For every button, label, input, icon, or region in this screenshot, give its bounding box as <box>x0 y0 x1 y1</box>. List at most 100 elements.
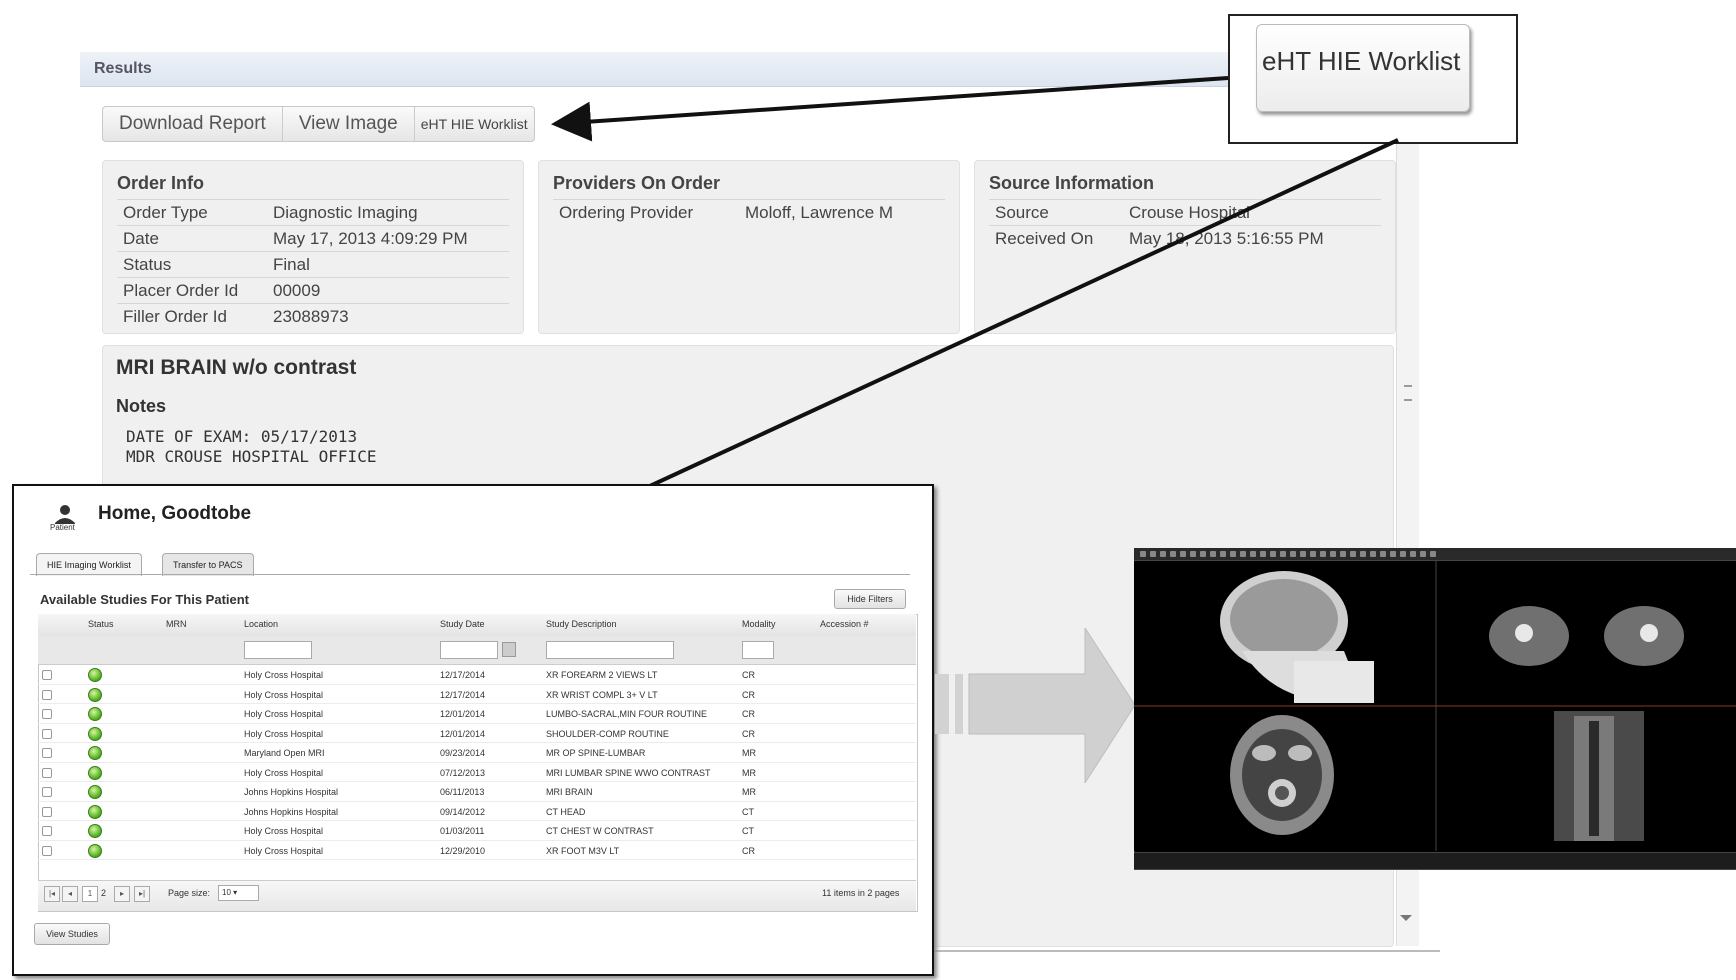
tab-hie-imaging-worklist[interactable]: HIE Imaging Worklist <box>36 553 142 576</box>
viewer-tool-icon[interactable] <box>1220 551 1226 557</box>
row-study-description: SHOULDER-COMP ROUTINE <box>546 728 669 739</box>
head-ct-axial-image <box>1230 715 1334 835</box>
row-divider <box>38 703 916 704</box>
row-divider <box>38 761 916 763</box>
column-header-modality[interactable]: Modality <box>742 619 776 629</box>
viewer-tool-icon[interactable] <box>1380 551 1386 557</box>
row-divider <box>38 820 916 821</box>
column-header-study-date[interactable]: Study Date <box>440 619 485 629</box>
row-study-description: XR FOOT M3V LT <box>546 845 620 856</box>
patient-name: Home, Goodtobe <box>98 503 252 524</box>
page-size-select[interactable]: 10 ▾ <box>218 885 259 901</box>
column-header-mrn[interactable]: MRN <box>166 619 187 629</box>
viewer-tool-icon[interactable] <box>1300 551 1306 557</box>
viewer-tool-icon[interactable] <box>1320 551 1326 557</box>
row-location: Holy Cross Hospital <box>244 670 324 680</box>
viewer-tool-icon[interactable] <box>1430 551 1436 557</box>
row-divider <box>38 742 916 743</box>
spine-sagittal-image <box>1554 711 1644 841</box>
row-checkbox[interactable] <box>42 689 52 700</box>
hide-filters-button[interactable]: Hide Filters <box>834 589 906 609</box>
first-page-icon[interactable]: |◂ <box>44 886 60 902</box>
row-modality: CR <box>742 670 755 680</box>
viewer-tool-icon[interactable] <box>1210 551 1216 557</box>
row-study-date: 12/01/2014 <box>440 728 486 739</box>
row-location: Holy Cross Hospital <box>244 689 324 700</box>
viewer-tool-icon[interactable] <box>1370 551 1376 557</box>
viewer-tool-icon[interactable] <box>1270 551 1276 557</box>
viewer-tool-icon[interactable] <box>1180 551 1186 557</box>
pager-summary: 11 items in 2 pages <box>822 888 900 898</box>
tab-transfer-to-pacs[interactable]: Transfer to PACS <box>162 553 254 576</box>
row-checkbox[interactable] <box>42 826 52 836</box>
row-checkbox[interactable] <box>42 787 52 797</box>
viewer-tool-icon[interactable] <box>1410 551 1416 557</box>
row-divider <box>38 859 916 860</box>
divider <box>30 574 910 575</box>
status-ok-icon <box>88 824 102 838</box>
status-ok-icon <box>88 765 102 780</box>
row-modality: CR <box>742 845 755 856</box>
viewer-tool-icon[interactable] <box>1290 551 1296 557</box>
viewer-tool-icon[interactable] <box>1260 551 1266 557</box>
column-header-location[interactable]: Location <box>244 619 278 629</box>
viewer-tool-icon[interactable] <box>1170 551 1176 557</box>
row-study-description: XR WRIST COMPL 3+ V LT <box>546 689 658 700</box>
status-ok-icon <box>88 668 102 682</box>
viewer-tool-icon[interactable] <box>1420 551 1426 557</box>
viewer-tool-icon[interactable] <box>1230 551 1236 557</box>
row-modality: MR <box>742 767 756 778</box>
row-location: Holy Cross Hospital <box>244 826 324 836</box>
row-checkbox[interactable] <box>42 748 52 758</box>
row-location: Johns Hopkins Hospital <box>244 787 339 797</box>
viewer-tool-icon[interactable] <box>1190 551 1196 557</box>
view-studies-button[interactable]: View Studies <box>34 923 110 945</box>
section-title: Available Studies For This Patient <box>40 592 250 607</box>
row-checkbox[interactable] <box>42 845 52 856</box>
row-checkbox[interactable] <box>42 767 52 778</box>
viewer-tool-icon[interactable] <box>1250 551 1256 557</box>
viewer-tool-icon[interactable] <box>1330 551 1336 557</box>
viewer-tool-icon[interactable] <box>1240 551 1246 557</box>
row-modality: CR <box>742 709 755 719</box>
viewer-tool-icon[interactable] <box>1200 551 1206 557</box>
viewer-tool-icon[interactable] <box>1350 551 1356 557</box>
calendar-icon[interactable] <box>502 642 516 657</box>
viewer-tool-icon[interactable] <box>1400 551 1406 557</box>
viewer-tool-icon[interactable] <box>1140 551 1146 557</box>
viewer-tool-icon[interactable] <box>1280 551 1286 557</box>
status-ok-icon <box>88 726 102 741</box>
study-date-filter-input[interactable] <box>440 641 498 659</box>
viewer-tool-icon[interactable] <box>1340 551 1346 557</box>
study-description-filter-input[interactable] <box>546 641 674 659</box>
row-modality: MR <box>742 748 756 758</box>
row-checkbox[interactable] <box>42 806 52 817</box>
row-checkbox[interactable] <box>42 728 52 739</box>
viewer-tool-icon[interactable] <box>1360 551 1366 557</box>
page-link-2[interactable]: 2 <box>101 888 106 898</box>
row-divider <box>38 722 916 724</box>
viewer-tool-icon[interactable] <box>1160 551 1166 557</box>
row-study-description: MRI LUMBAR SPINE WWO CONTRAST <box>546 767 711 778</box>
row-modality: CR <box>742 728 755 739</box>
next-page-icon[interactable]: ▸ <box>114 886 130 902</box>
row-study-description: XR FOREARM 2 VIEWS LT <box>546 670 658 680</box>
column-header-status[interactable]: Status <box>88 619 114 629</box>
row-location: Holy Cross Hospital <box>244 728 324 739</box>
row-study-date: 01/03/2011 <box>440 826 485 836</box>
viewer-tool-icon[interactable] <box>1150 551 1156 557</box>
row-location: Holy Cross Hospital <box>244 767 324 778</box>
row-checkbox[interactable] <box>42 670 52 680</box>
row-study-date: 12/29/2010 <box>440 845 486 856</box>
viewer-tool-icon[interactable] <box>1310 551 1316 557</box>
column-header-study-description[interactable]: Study Description <box>546 619 617 629</box>
page-link-1[interactable]: 1 <box>82 886 98 902</box>
viewer-tool-icon[interactable] <box>1390 551 1396 557</box>
row-checkbox[interactable] <box>42 709 52 719</box>
column-header-accession[interactable]: Accession # <box>820 619 869 629</box>
last-page-icon[interactable]: ▸| <box>134 886 150 902</box>
modality-filter-input[interactable] <box>742 641 774 659</box>
page-size-label: Page size: <box>168 888 211 898</box>
location-filter-input[interactable] <box>244 641 312 659</box>
prev-page-icon[interactable]: ◂ <box>62 886 78 902</box>
